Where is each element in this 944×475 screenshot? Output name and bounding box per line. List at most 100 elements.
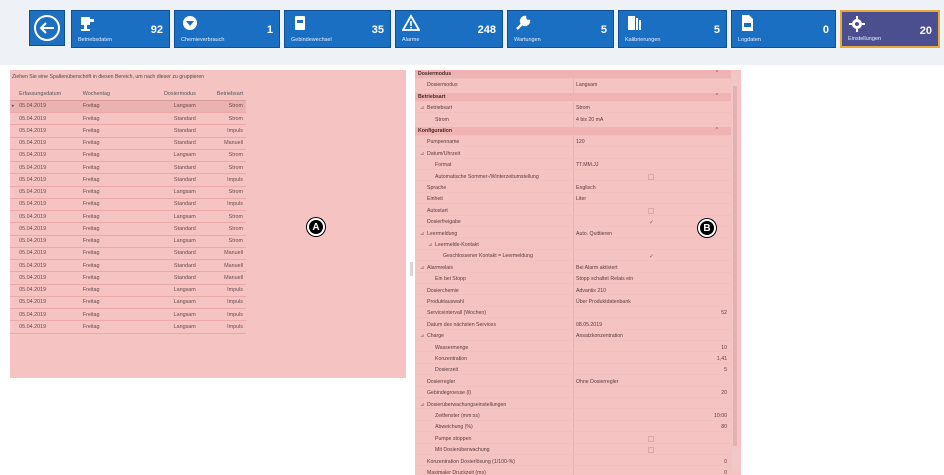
property-row[interactable]: Autostart <box>415 207 731 216</box>
back-button[interactable] <box>29 10 65 46</box>
table-row[interactable]: 05.04.2019 Freitag Langsam Strom <box>10 235 246 248</box>
property-row[interactable]: Zeitfenster (mm:ss) 10:00 <box>415 412 731 421</box>
toolbar-tile-einstellungen[interactable]: Einstellungen 20 <box>840 10 940 48</box>
table-row[interactable]: 05.04.2019 Freitag Standard Strom <box>10 222 246 236</box>
property-row[interactable]: Dosiermodus Langsam <box>415 81 731 91</box>
property-value[interactable]: 4 bis 20 mA <box>576 117 603 123</box>
property-row[interactable]: Geschlossener Kontakt = Leermeldung ✓ <box>415 252 731 262</box>
property-row[interactable]: Dosierzeit 5 <box>415 366 731 376</box>
property-row[interactable]: Sprache Englisch <box>415 184 731 193</box>
property-row[interactable]: Gebindegroesse (l) 20 <box>415 389 731 398</box>
table-row[interactable]: 05.04.2019 Freitag Standard Strom <box>10 161 246 175</box>
property-category[interactable]: Dosiermodus ⌃ <box>415 70 731 79</box>
panel-splitter[interactable] <box>410 262 413 276</box>
checkbox-checked[interactable]: ✓ <box>649 219 654 226</box>
property-value[interactable]: Ansatzkonzentration <box>576 333 623 339</box>
property-row[interactable]: ⊿ Dosierüberwachungseinstellungen <box>415 401 731 410</box>
collapse-icon[interactable]: ⌃ <box>715 127 719 133</box>
checkbox-unchecked[interactable] <box>648 173 654 180</box>
property-category[interactable]: Konfiguration ⌃ <box>415 127 731 136</box>
table-row[interactable]: 05.04.2019 Freitag Langsam Strom <box>10 210 246 224</box>
checkbox-unchecked[interactable] <box>648 207 654 214</box>
toolbar-tile-kalibrierungen[interactable]: Kalibrierungen 5 <box>618 10 727 48</box>
property-row[interactable]: ⊿ Datum/Uhrzeit <box>415 150 731 159</box>
property-row[interactable]: Einheit Liter <box>415 195 731 205</box>
table-row[interactable]: 05.04.2019 Freitag Standard Manuell <box>10 271 246 285</box>
collapse-icon[interactable]: ⌃ <box>715 70 719 76</box>
table-row[interactable]: 05.04.2019 Freitag Langsam Impuls <box>10 284 246 297</box>
property-row[interactable]: Serviceintervall (Wochen) 52 <box>415 309 731 319</box>
group-by-hint[interactable]: Ziehen Sie eine Spaltenüberschrift in di… <box>10 74 406 84</box>
property-value[interactable]: 0 <box>724 459 727 465</box>
expand-triangle-icon[interactable]: ⊿ <box>420 151 424 157</box>
property-row[interactable]: Wassermenge 10 <box>415 344 731 353</box>
property-value[interactable]: Bei Alarm aktiviert <box>576 265 618 271</box>
toolbar-tile-betriebsdaten[interactable]: Betriebsdaten 92 <box>71 10 170 48</box>
table-row[interactable]: 05.04.2019 Freitag Standard Manuell <box>10 259 246 273</box>
expand-triangle-icon[interactable]: ⊿ <box>420 265 424 271</box>
property-value[interactable]: Strom <box>576 105 590 111</box>
property-value[interactable]: 0 <box>724 470 727 475</box>
table-row[interactable]: 05.04.2019 Freitag Standard Manuell <box>10 247 246 261</box>
table-row[interactable]: 05.04.2019 Freitag Langsam Strom <box>10 186 246 199</box>
table-row[interactable]: 05.04.2019 Freitag Langsam Impuls <box>10 296 246 310</box>
property-value[interactable]: 08.05.2019 <box>576 322 602 328</box>
table-row[interactable]: 05.04.2019 Freitag Standard Strom <box>10 112 246 126</box>
property-row[interactable]: Konzentration Dosierlösung (1/100-%) 0 <box>415 458 731 467</box>
property-value[interactable]: 52 <box>721 310 727 316</box>
column-header[interactable]: Betriebsart <box>198 88 246 101</box>
property-value[interactable]: Langsam <box>576 82 597 88</box>
expand-triangle-icon[interactable]: ⊿ <box>428 242 432 248</box>
column-header[interactable]: Wochentag <box>79 88 142 101</box>
property-row[interactable]: Dosierfreigabe ✓ <box>415 218 731 227</box>
property-row[interactable]: Automatische Sommer-/Winterzeitumstellun… <box>415 173 731 182</box>
property-row[interactable]: ⊿ Charge Ansatzkonzentration <box>415 332 731 341</box>
property-row[interactable]: Dosierregler Ohne Dosierregler <box>415 378 731 387</box>
property-row[interactable]: Mit Dosierüberwachung <box>415 446 731 455</box>
table-row[interactable]: 05.04.2019 Freitag Standard Impuls <box>10 173 246 187</box>
toolbar-tile-alarme[interactable]: Alarme 248 <box>395 10 503 48</box>
property-row[interactable]: Produktauswahl Über Produktdatenbank <box>415 298 731 307</box>
property-value[interactable]: Liter <box>576 196 586 202</box>
expand-triangle-icon[interactable]: ⊿ <box>420 231 424 237</box>
property-row[interactable]: Ein bei Stopp Stopp schaltet Relais ein <box>415 275 731 284</box>
property-value[interactable]: Advantis 210 <box>576 288 606 294</box>
property-category[interactable]: Betriebsart ⌃ <box>415 92 731 102</box>
property-row[interactable]: Pumpenname 120 <box>415 138 731 148</box>
property-row[interactable]: Pumpe stoppen <box>415 435 731 444</box>
table-row[interactable]: ▸ 05.04.2019 Freitag Langsam Strom <box>10 100 246 114</box>
property-value[interactable]: 20 <box>721 390 727 396</box>
property-row[interactable]: Datum des nächsten Services 08.05.2019 <box>415 321 731 330</box>
property-grid-scrollbar[interactable] <box>732 74 738 472</box>
property-value[interactable]: 1,41 <box>717 356 727 362</box>
property-row[interactable]: Konzentration 1,41 <box>415 355 731 364</box>
expand-triangle-icon[interactable]: ⊿ <box>420 105 424 111</box>
property-row[interactable]: ⊿ Leermelde-Kontakt <box>415 241 731 250</box>
property-row[interactable]: Format TT.MM.JJ <box>415 161 731 170</box>
table-row[interactable]: 05.04.2019 Freitag Langsam Strom <box>10 149 246 163</box>
property-row[interactable]: ⊿ Leermeldung Auto. Quittieren <box>415 230 731 239</box>
collapse-icon[interactable]: ⌃ <box>715 93 719 99</box>
toolbar-tile-gebindewechsel[interactable]: Gebindewechsel 35 <box>284 10 391 48</box>
table-row[interactable]: 05.04.2019 Freitag Standard Impuls <box>10 124 246 138</box>
toolbar-tile-logdaten[interactable]: Logdaten 0 <box>731 10 836 48</box>
property-value[interactable]: 80 <box>721 424 727 430</box>
scrollbar-thumb[interactable] <box>733 86 737 446</box>
column-header[interactable]: Dosiermodus <box>141 88 199 101</box>
property-row[interactable]: Maximaler Druckzeit (ms) 0 <box>415 469 731 475</box>
property-row[interactable]: Abweichung (%) 80 <box>415 423 731 433</box>
property-row[interactable]: ⊿ Betriebsart Strom <box>415 104 731 113</box>
property-value[interactable]: 10 <box>721 345 727 351</box>
toolbar-tile-chemieverbrauch[interactable]: Chemieverbrauch 1 <box>174 10 280 48</box>
property-value[interactable]: Stopp schaltet Relais ein <box>576 276 633 282</box>
checkbox-unchecked[interactable] <box>648 447 654 454</box>
table-row[interactable]: 05.04.2019 Freitag Standard Manuell <box>10 137 246 150</box>
expand-triangle-icon[interactable]: ⊿ <box>420 333 424 339</box>
property-row[interactable]: Strom 4 bis 20 mA <box>415 116 731 125</box>
table-row[interactable]: 05.04.2019 Freitag Langsam Impuls <box>10 320 246 334</box>
property-value[interactable]: Englisch <box>576 185 596 191</box>
property-value[interactable]: 10:00 <box>714 413 727 419</box>
checkbox-unchecked[interactable] <box>648 435 654 442</box>
table-row[interactable]: 05.04.2019 Freitag Langsam Impuls <box>10 308 246 322</box>
expand-triangle-icon[interactable]: ⊿ <box>420 402 424 408</box>
